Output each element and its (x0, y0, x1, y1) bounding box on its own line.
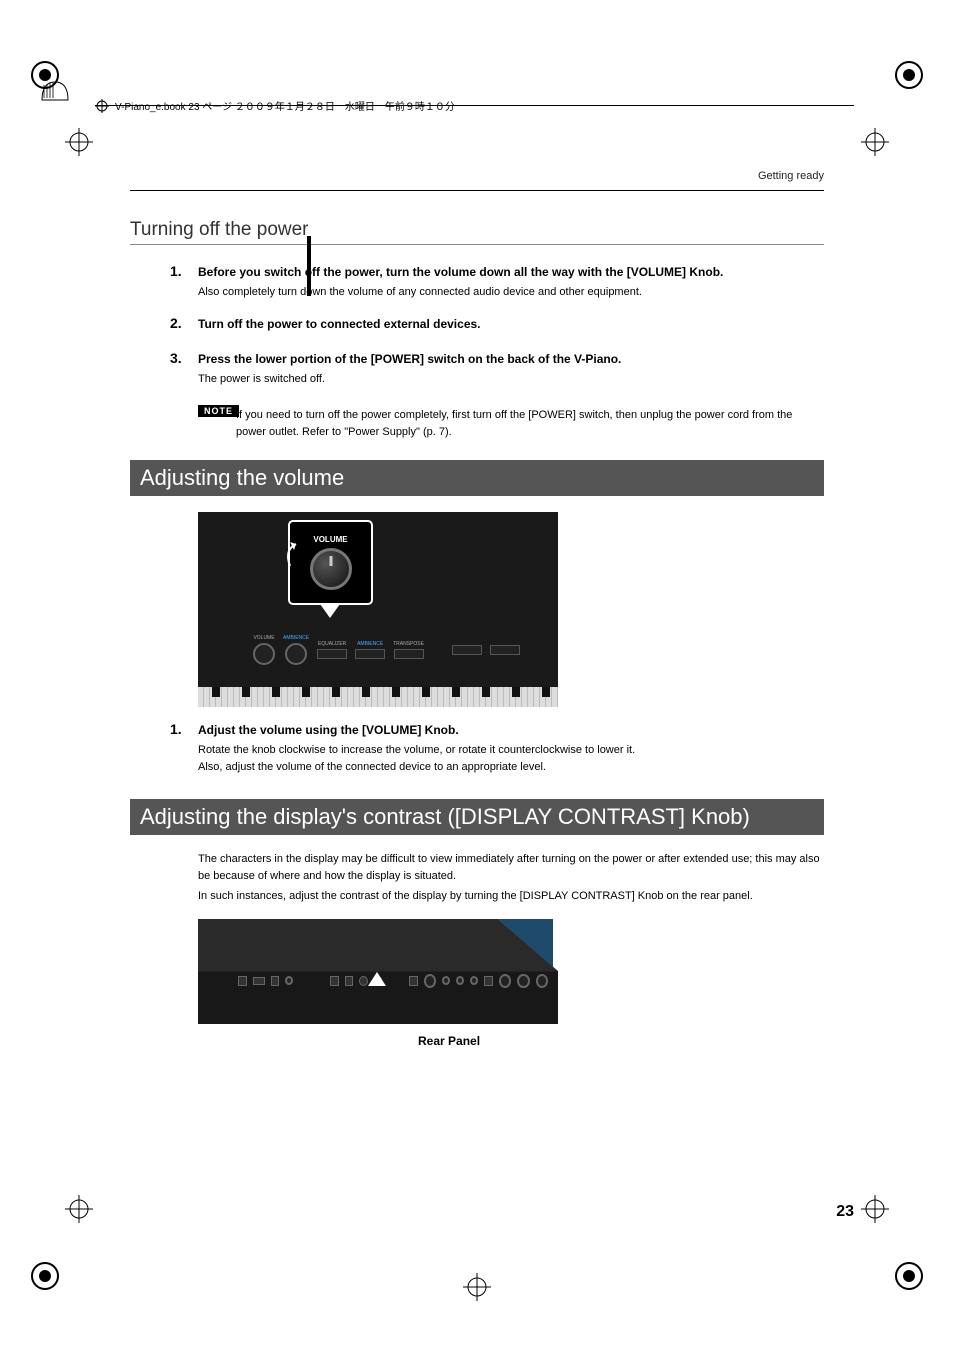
ambience-button: AMBIENCE (355, 641, 385, 659)
step-title: Adjust the volume using the [VOLUME] Kno… (198, 721, 824, 739)
jack-icon (499, 974, 511, 988)
page-top-rule (130, 190, 824, 191)
contrast-body-1: The characters in the display may be dif… (198, 851, 824, 884)
heading-adjusting-volume: Adjusting the volume (130, 460, 824, 496)
button-icon (490, 645, 520, 655)
jack-icon (536, 974, 548, 988)
heading-display-contrast: Adjusting the display's contrast ([DISPL… (130, 799, 824, 835)
arrow-down-icon (320, 604, 340, 618)
jack-icon (442, 976, 450, 985)
arrow-up-icon (368, 972, 386, 986)
transpose-button: TRANSPOSE (393, 641, 424, 659)
button-icon (452, 645, 482, 655)
step-title: Turn off the power to connected external… (198, 315, 824, 333)
section-turning-off: Turning off the power 1. Before you swit… (130, 219, 824, 440)
jack-icon (330, 976, 339, 986)
crop-mark-top-right (854, 60, 924, 130)
usb-icon (253, 977, 265, 985)
registration-target-br (861, 1195, 889, 1223)
equalizer-button: EQUALIZER (317, 641, 347, 659)
note-block: NOTE If you need to turn off the power c… (198, 401, 824, 440)
registration-target-left (65, 128, 93, 156)
figure-rear-panel: Rear Panel (198, 919, 824, 1048)
button-icon (317, 649, 347, 659)
rear-panel-jacks (238, 974, 548, 988)
jack-icon (409, 976, 418, 986)
heading-turning-off: Turning off the power (130, 219, 824, 241)
section-volume: Adjusting the volume VOLUME VOLUME (130, 460, 824, 775)
control-strip: VOLUME AMBIENCE EQUALIZER AMBIENCE (198, 622, 558, 677)
step-number: 2. (170, 315, 188, 336)
jack-icon (470, 976, 478, 985)
ambience-knob-small: AMBIENCE (283, 635, 309, 665)
figure-volume-panel: VOLUME VOLUME AMBIENCE (198, 512, 824, 707)
step-title: Press the lower portion of the [POWER] s… (198, 350, 824, 368)
registration-target-bl (65, 1195, 93, 1223)
step-2: 2. Turn off the power to connected exter… (170, 315, 824, 336)
step-number: 1. (170, 263, 188, 301)
registration-target-right (861, 128, 889, 156)
crop-mark-bottom-left (30, 1221, 100, 1291)
step-body: The power is switched off. (198, 371, 824, 388)
contrast-body-2: In such instances, adjust the contrast o… (198, 888, 824, 905)
step-number: 3. (170, 350, 188, 388)
jack-icon (517, 974, 529, 988)
volume-knob-callout: VOLUME (288, 520, 373, 605)
page-number: 23 (836, 1203, 854, 1221)
jack-icon (345, 976, 354, 986)
note-text: If you need to turn off the power comple… (236, 407, 824, 440)
registration-target-bottom-center (463, 1273, 491, 1301)
knob-icon (285, 643, 307, 665)
step-body: Also completely turn down the volume of … (198, 284, 824, 301)
note-tag: NOTE (198, 405, 239, 417)
section-contrast: Adjusting the display's contrast ([DISPL… (130, 799, 824, 1048)
book-page-icon (40, 78, 70, 103)
jack-icon (285, 976, 293, 985)
jack-icon (484, 976, 493, 986)
jack-icon (456, 976, 464, 985)
rear-panel-corner (498, 919, 558, 971)
jack-icon (238, 976, 247, 986)
volume-knob-icon (310, 548, 352, 590)
volume-callout-label: VOLUME (313, 535, 347, 544)
header-filename: V-Piano_e.book 23 ページ ２００９年１月２８日 水曜日 午前９… (95, 98, 455, 113)
piano-keys-icon (198, 687, 558, 707)
step-body-line: Also, adjust the volume of the connected… (198, 759, 824, 776)
header-target-icon (95, 99, 109, 113)
step-number: 1. (170, 721, 188, 775)
display-contrast-knob-icon (359, 976, 368, 986)
jack-icon (424, 974, 436, 988)
rear-panel-caption: Rear Panel (418, 1034, 824, 1048)
step-3: 3. Press the lower portion of the [POWER… (170, 350, 824, 388)
running-head: Getting ready (130, 170, 824, 182)
step-body-line: Rotate the knob clockwise to increase th… (198, 742, 824, 759)
button-icon (355, 649, 385, 659)
volume-step-1: 1. Adjust the volume using the [VOLUME] … (170, 721, 824, 775)
step-title: Before you switch off the power, turn th… (198, 263, 824, 281)
heading-rule (130, 244, 824, 245)
rotate-arrow-icon (282, 540, 300, 570)
step-1: 1. Before you switch off the power, turn… (170, 263, 824, 301)
volume-knob-small: VOLUME (253, 635, 275, 665)
crop-mark-bottom-right (854, 1221, 924, 1291)
button-icon (394, 649, 424, 659)
header-text: V-Piano_e.book 23 ページ ２００９年１月２８日 水曜日 午前９… (115, 98, 455, 113)
callout-line (307, 236, 311, 296)
knob-icon (253, 643, 275, 665)
jack-icon (271, 976, 280, 986)
